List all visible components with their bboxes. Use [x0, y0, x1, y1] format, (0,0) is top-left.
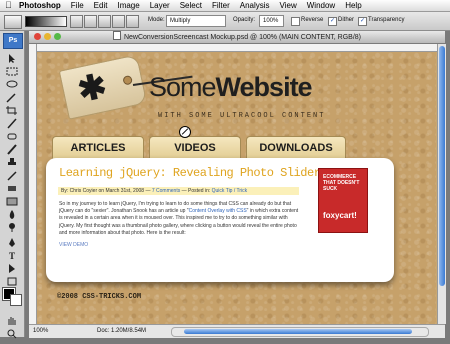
diamond-gradient-button[interactable] [126, 15, 139, 28]
magic-wand-tool-icon[interactable] [4, 90, 20, 103]
meta-mid: — Posted in: [180, 188, 212, 194]
pen-tool-icon[interactable] [4, 235, 20, 247]
brand-some: Some [149, 72, 217, 102]
zoom-window-button[interactable] [54, 33, 61, 40]
ad-text: ECOMMERCE THAT DOESN'T SUCK [323, 174, 360, 192]
linear-gradient-button[interactable] [70, 15, 83, 28]
vertical-ruler[interactable] [29, 44, 37, 324]
mode-label: Mode: [148, 17, 165, 23]
move-tool-icon[interactable] [4, 51, 20, 63]
vertical-scroll-thumb[interactable] [439, 46, 445, 286]
healing-brush-tool-icon[interactable] [4, 129, 20, 140]
mode-select[interactable]: Multiply [166, 15, 226, 27]
eraser-tool-icon[interactable] [4, 181, 20, 192]
menu-layer[interactable]: Layer [150, 0, 170, 11]
crosshair-cursor-icon [179, 126, 191, 138]
brand-website: Website [215, 72, 313, 102]
hand-tool-icon[interactable] [4, 313, 20, 325]
lasso-tool-icon[interactable] [4, 77, 20, 88]
menu-file[interactable]: File [71, 0, 84, 11]
menu-edit[interactable]: Edit [94, 0, 108, 11]
tag-hole [122, 74, 133, 86]
excerpt-link[interactable]: Content Overlay with CSS [189, 208, 247, 214]
options-bar: Mode: Multiply Opacity: 100% Reverse ✓ D… [0, 12, 450, 31]
menu-app-photoshop[interactable]: Photoshop [19, 0, 61, 11]
reflected-gradient-button[interactable] [112, 15, 125, 28]
type-tool-icon[interactable]: T [4, 248, 20, 261]
foxycart-ad[interactable]: ECOMMERCE THAT DOESN'T SUCK foxycart! [318, 168, 368, 233]
opacity-label: Opacity: [233, 17, 256, 23]
gradient-tool-icon[interactable] [4, 194, 20, 206]
reverse-label: Reverse [301, 17, 324, 23]
document-title: NewConversionScreencast Mockup.psd @ 100… [123, 34, 361, 41]
apple-menu-icon[interactable]:  [5, 0, 14, 11]
nav-tab-videos[interactable]: VIDEOS [149, 136, 241, 159]
radial-gradient-button[interactable] [84, 15, 97, 28]
menu-filter[interactable]: Filter [212, 0, 230, 11]
asterisk-logo-icon: ✱ [74, 66, 111, 110]
horizontal-scroll-thumb[interactable] [184, 329, 412, 334]
ad-logo: foxycart! [323, 211, 357, 220]
photoshop-logo: Ps [3, 33, 23, 49]
transparency-label: Transparency [368, 17, 405, 23]
menu-analysis[interactable]: Analysis [240, 0, 270, 11]
horizontal-ruler[interactable] [37, 44, 437, 52]
angle-gradient-button[interactable] [98, 15, 111, 28]
minimize-window-button[interactable] [44, 33, 51, 40]
vertical-scrollbar[interactable] [437, 44, 446, 324]
status-bar: 100% Doc: 1.20M/8.54M [29, 324, 445, 338]
document-window: NewConversionScreencast Mockup.psd @ 100… [29, 31, 446, 338]
zoom-tool-icon[interactable] [4, 326, 20, 339]
opacity-input[interactable]: 100% [259, 15, 284, 27]
document-icon [112, 31, 121, 40]
transparency-checkbox[interactable]: ✓ [358, 17, 367, 26]
site-footer: ©2008 CSS-TRICKS.COM [57, 293, 142, 301]
menu-bar:  Photoshop File Edit Image Layer Select… [0, 0, 450, 12]
main-content-card: Learning jQuery: Revealing Photo Slider … [46, 158, 394, 282]
menu-view[interactable]: View [280, 0, 297, 11]
comments-link[interactable]: 7 Comments [152, 188, 180, 194]
post-excerpt: So in my journey to to learn jQuery, I'm… [59, 201, 299, 237]
site-brand: SomeWebsite [149, 72, 313, 103]
menu-help[interactable]: Help [345, 0, 361, 11]
tools-panel: Ps T [0, 31, 25, 339]
svg-text:T: T [9, 251, 15, 261]
zoom-level[interactable]: 100% [33, 328, 48, 334]
document-size[interactable]: Doc: 1.20M/8.54M [97, 328, 146, 334]
reverse-checkbox[interactable] [291, 17, 300, 26]
close-window-button[interactable] [34, 33, 41, 40]
view-demo-link[interactable]: VIEW DEMO [59, 242, 88, 248]
canvas[interactable]: ✱ SomeWebsite WITH SOME ULTRACOOL CONTEN… [37, 52, 436, 324]
marquee-tool-icon[interactable] [4, 64, 20, 76]
category-link[interactable]: Quick Tip / Trick [212, 188, 248, 194]
menu-select[interactable]: Select [180, 0, 202, 11]
meta-prefix: By: Chris Coyier on March 31st, 2008 — [61, 188, 152, 194]
dither-checkbox[interactable]: ✓ [328, 17, 337, 26]
clone-stamp-tool-icon[interactable] [4, 155, 20, 166]
brush-tool-icon[interactable] [4, 142, 20, 155]
menu-image[interactable]: Image [117, 0, 139, 11]
path-selection-tool-icon[interactable] [4, 261, 20, 273]
post-title[interactable]: Learning jQuery: Revealing Photo Slider [59, 166, 321, 180]
gradient-picker[interactable] [25, 16, 67, 27]
crop-tool-icon[interactable] [4, 103, 20, 115]
dodge-tool-icon[interactable] [4, 220, 20, 232]
document-title-bar[interactable]: NewConversionScreencast Mockup.psd @ 100… [29, 31, 445, 44]
logo-tag: ✱ [58, 54, 148, 120]
horizontal-scrollbar[interactable] [171, 327, 429, 337]
post-meta: By: Chris Coyier on March 31st, 2008 — 7… [58, 187, 299, 195]
nav-tab-articles[interactable]: ARTICLES [52, 136, 144, 159]
blur-tool-icon[interactable] [4, 207, 20, 219]
menu-window[interactable]: Window [307, 0, 335, 11]
background-color-swatch[interactable] [10, 294, 22, 306]
history-brush-tool-icon[interactable] [4, 168, 20, 181]
slice-tool-icon[interactable] [4, 116, 20, 129]
nav-tab-downloads[interactable]: DOWNLOADS [246, 136, 346, 159]
tool-preset-picker[interactable] [4, 15, 22, 29]
dither-label: Dither [338, 17, 355, 23]
shape-tool-icon[interactable] [4, 274, 20, 286]
site-tagline: WITH SOME ULTRACOOL CONTENT [158, 112, 326, 120]
